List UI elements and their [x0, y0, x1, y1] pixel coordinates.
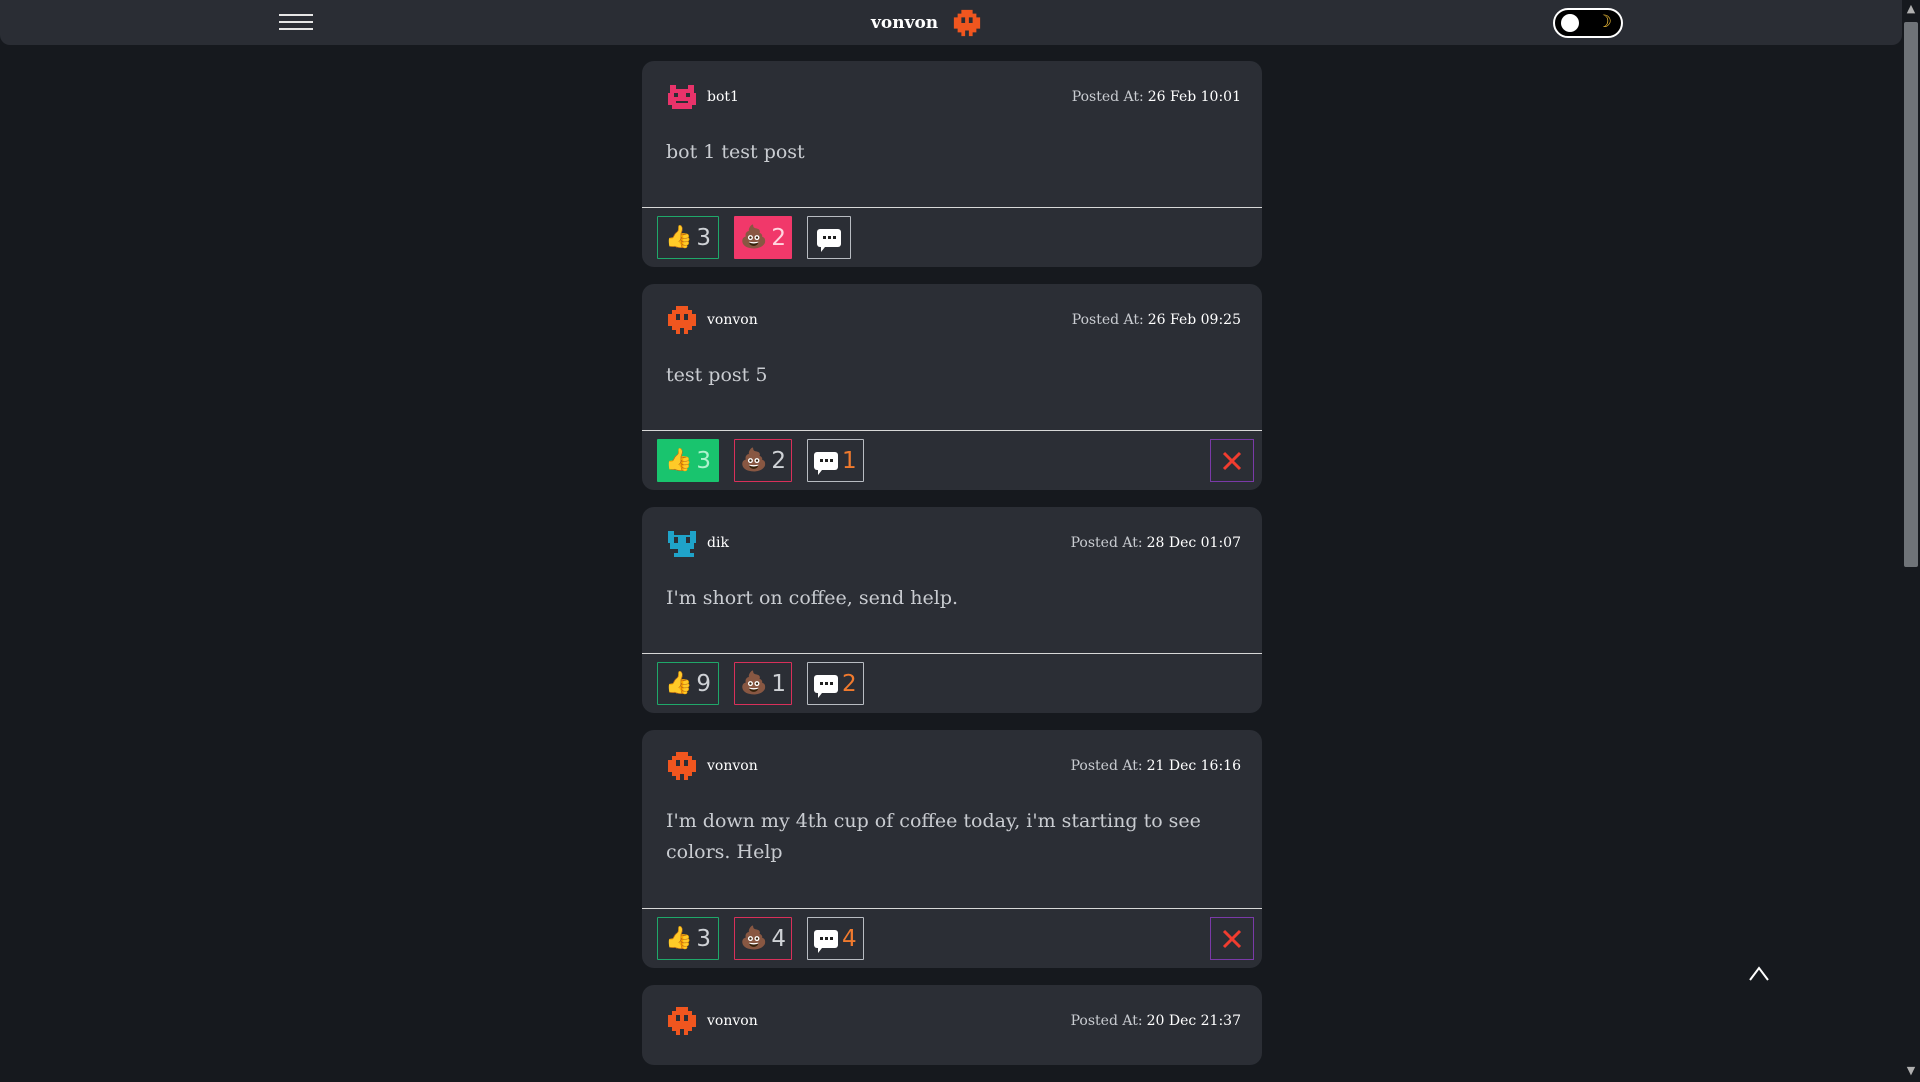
- delete-button[interactable]: [1210, 917, 1254, 960]
- poop-count: 1: [771, 670, 787, 697]
- thumbs-up-icon: 👍: [664, 670, 693, 696]
- posted-at-label: Posted At:: [1070, 1013, 1143, 1029]
- thumbs-up-icon: 👍: [664, 224, 693, 250]
- comment-count: 1: [842, 447, 857, 474]
- scroll-up-arrow-icon[interactable]: ▲: [1904, 2, 1918, 16]
- timestamp-value: 26 Feb 09:25: [1147, 312, 1241, 328]
- post-actions: 👍 3 💩 4 4: [642, 908, 1262, 968]
- poop-icon: 💩: [739, 925, 768, 951]
- scrollbar-thumb[interactable]: [1904, 22, 1918, 567]
- author-name: vonvon: [707, 312, 758, 328]
- avatar-icon: [668, 1007, 696, 1035]
- post-author[interactable]: vonvon: [666, 304, 758, 336]
- brand-logo-icon: [954, 9, 981, 37]
- post-card: vonvon Posted At: 21 Dec 16:16 I'm down m…: [642, 730, 1262, 968]
- post-timestamp: Posted At: 21 Dec 16:16: [1071, 758, 1241, 774]
- post-timestamp: Posted At: 26 Feb 10:01: [1072, 89, 1241, 105]
- post-card: vonvon Posted At: 20 Dec 21:37: [642, 985, 1262, 1065]
- poop-icon: 💩: [739, 224, 768, 250]
- like-count: 3: [696, 447, 712, 474]
- author-name: vonvon: [707, 758, 758, 774]
- like-count: 3: [696, 925, 712, 952]
- post-card: vonvon Posted At: 26 Feb 09:25 test post …: [642, 284, 1262, 490]
- scroll-to-top-icon[interactable]: [1747, 962, 1771, 986]
- timestamp-value: 26 Feb 10:01: [1147, 89, 1241, 105]
- poop-count: 4: [771, 925, 787, 952]
- post-actions: 👍 9 💩 1 2: [642, 653, 1262, 713]
- like-button[interactable]: 👍 3: [657, 917, 719, 960]
- menu-icon[interactable]: [279, 14, 313, 32]
- post-actions: 👍 3 💩 2: [642, 207, 1262, 267]
- post-actions: 👍 3 💩 2 1: [642, 430, 1262, 490]
- avatar-icon: [668, 531, 696, 557]
- poop-button[interactable]: 💩 4: [734, 917, 792, 960]
- moon-icon: ☽: [1596, 12, 1612, 32]
- author-name: dik: [707, 535, 729, 551]
- post-feed: bot1 Posted At: 26 Feb 10:01 bot 1 test p…: [642, 61, 1262, 1082]
- comment-count: 4: [842, 925, 857, 952]
- post-content: test post 5: [666, 364, 768, 386]
- delete-button[interactable]: [1210, 439, 1254, 482]
- author-name: bot1: [707, 89, 739, 105]
- comment-count: 2: [842, 670, 857, 697]
- close-icon: [1222, 929, 1242, 948]
- poop-button[interactable]: 💩 2: [734, 216, 792, 259]
- comment-button[interactable]: 2: [807, 662, 864, 705]
- speech-bubble-icon: [814, 451, 838, 475]
- post-timestamp: Posted At: 26 Feb 09:25: [1072, 312, 1241, 328]
- speech-bubble-icon: [817, 228, 841, 252]
- brand[interactable]: vonvon: [871, 8, 982, 38]
- timestamp-value: 28 Dec 01:07: [1146, 535, 1241, 551]
- post-content: I'm down my 4th cup of coffee today, i'm…: [666, 810, 1201, 863]
- theme-toggle[interactable]: ☽: [1553, 8, 1623, 38]
- post-author[interactable]: vonvon: [666, 1005, 758, 1037]
- comment-button[interactable]: [807, 216, 851, 259]
- poop-count: 2: [771, 447, 787, 474]
- close-icon: [1222, 451, 1242, 470]
- poop-button[interactable]: 💩 2: [734, 439, 792, 482]
- timestamp-value: 21 Dec 16:16: [1146, 758, 1241, 774]
- thumbs-up-icon: 👍: [664, 925, 693, 951]
- like-count: 9: [696, 670, 712, 697]
- post-card: dik Posted At: 28 Dec 01:07 I'm short on …: [642, 507, 1262, 713]
- thumbs-up-icon: 👍: [664, 447, 693, 473]
- avatar-icon: [668, 752, 696, 780]
- avatar-icon: [668, 85, 696, 109]
- posted-at-label: Posted At:: [1070, 758, 1143, 774]
- like-button[interactable]: 👍 3: [657, 439, 719, 482]
- post-timestamp: Posted At: 20 Dec 21:37: [1071, 1013, 1241, 1029]
- avatar-icon: [668, 306, 696, 334]
- poop-button[interactable]: 💩 1: [734, 662, 792, 705]
- poop-count: 2: [771, 224, 787, 251]
- poop-icon: 💩: [739, 447, 768, 473]
- comment-button[interactable]: 1: [807, 439, 864, 482]
- post-card: bot1 Posted At: 26 Feb 10:01 bot 1 test p…: [642, 61, 1262, 267]
- speech-bubble-icon: [814, 674, 838, 698]
- brand-name: vonvon: [871, 13, 939, 33]
- timestamp-value: 20 Dec 21:37: [1146, 1013, 1241, 1029]
- toggle-knob: [1561, 14, 1579, 32]
- post-author[interactable]: vonvon: [666, 750, 758, 782]
- posted-at-label: Posted At:: [1071, 89, 1144, 105]
- scroll-down-arrow-icon[interactable]: ▼: [1904, 1064, 1918, 1078]
- posted-at-label: Posted At:: [1070, 535, 1143, 551]
- speech-bubble-icon: [814, 929, 838, 953]
- top-navbar: vonvon ☽: [0, 0, 1902, 45]
- poop-icon: 💩: [739, 670, 768, 696]
- post-author[interactable]: dik: [666, 527, 729, 559]
- post-content: bot 1 test post: [666, 141, 805, 163]
- comment-button[interactable]: 4: [807, 917, 864, 960]
- like-count: 3: [696, 224, 712, 251]
- posted-at-label: Posted At:: [1071, 312, 1144, 328]
- post-timestamp: Posted At: 28 Dec 01:07: [1071, 535, 1241, 551]
- like-button[interactable]: 👍 9: [657, 662, 719, 705]
- post-content: I'm short on coffee, send help.: [666, 587, 959, 609]
- post-author[interactable]: bot1: [666, 81, 739, 113]
- author-name: vonvon: [707, 1013, 758, 1029]
- like-button[interactable]: 👍 3: [657, 216, 719, 259]
